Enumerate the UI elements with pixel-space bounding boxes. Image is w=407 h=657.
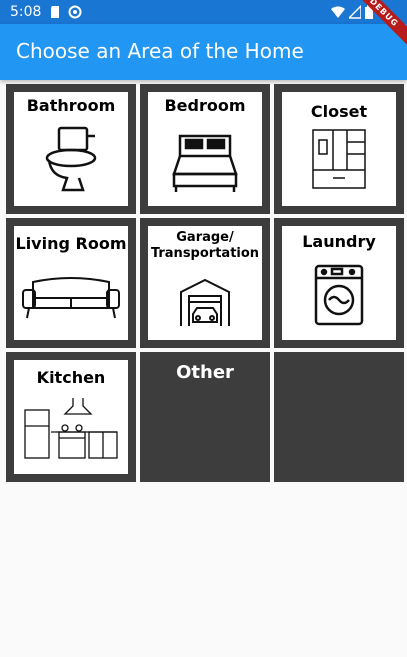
tile-card: Closet: [282, 92, 396, 206]
tile-label-line2: Transportation: [150, 246, 260, 261]
tile-garage-transportation[interactable]: Garage/ Transportation: [140, 218, 270, 348]
tile-bathroom[interactable]: Bathroom: [6, 84, 136, 214]
tile-other[interactable]: Other: [140, 352, 270, 482]
page-title: Choose an Area of the Home: [16, 39, 304, 63]
toilet-icon: [45, 126, 97, 192]
status-icons: [331, 5, 373, 19]
tile-label: Bathroom: [26, 96, 116, 115]
sofa-icon: [22, 277, 120, 319]
sd-card-icon: [51, 6, 59, 18]
kitchen-icon: [24, 398, 118, 459]
bed-icon: [172, 134, 238, 192]
status-bar: 5:08: [0, 0, 407, 24]
garage-icon: [180, 278, 230, 326]
tile-label: Kitchen: [36, 368, 106, 387]
signal-icon: [349, 5, 361, 19]
status-time: 5:08: [10, 4, 42, 20]
tile-label: Living Room: [15, 234, 127, 253]
tile-label: Bedroom: [164, 96, 246, 115]
tile-label: Laundry: [302, 232, 376, 251]
tile-laundry[interactable]: Laundry: [274, 218, 404, 348]
tile-card: Bedroom: [148, 92, 262, 206]
tile-empty: [274, 352, 404, 482]
tile-label-line1: Garage/: [176, 230, 234, 245]
wifi-icon: [331, 6, 345, 18]
tile-label: Closet: [310, 102, 368, 121]
tile-kitchen[interactable]: Kitchen: [6, 352, 136, 482]
tile-closet[interactable]: Closet: [274, 84, 404, 214]
tile-card: Laundry: [282, 226, 396, 340]
washing-machine-icon: [314, 264, 364, 326]
tile-label: Garage/ Transportation: [148, 230, 262, 262]
tile-card: Kitchen: [14, 360, 128, 474]
tile-bedroom[interactable]: Bedroom: [140, 84, 270, 214]
app-bar: Choose an Area of the Home: [0, 24, 407, 80]
tile-living-room[interactable]: Living Room: [6, 218, 136, 348]
tile-label: Other: [176, 362, 234, 383]
sync-icon: [68, 5, 82, 19]
tile-card: Living Room: [14, 226, 128, 340]
closet-icon: [312, 129, 366, 189]
tile-card: Bathroom: [14, 92, 128, 206]
tile-card: Garage/ Transportation: [148, 226, 262, 340]
